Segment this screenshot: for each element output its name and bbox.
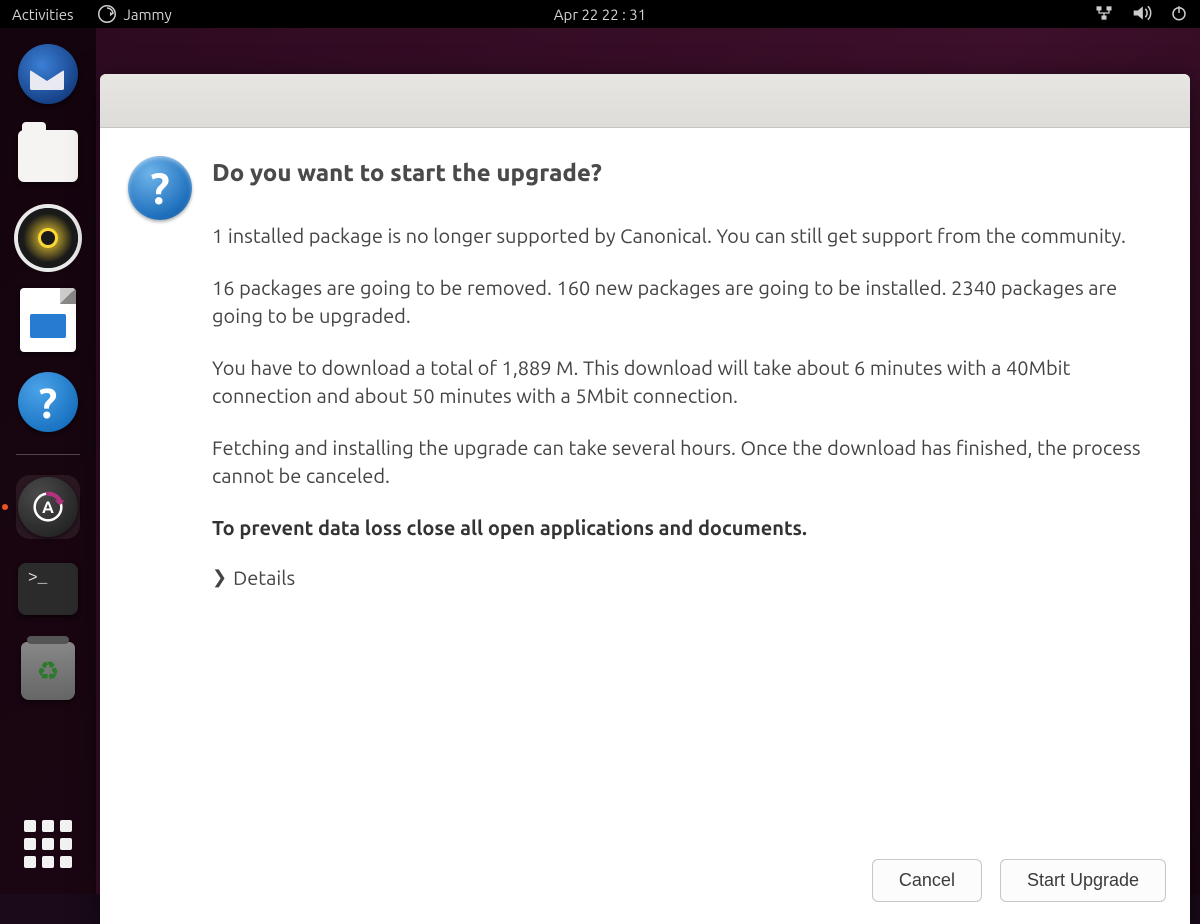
upgrade-dialog: ? Do you want to start the upgrade? 1 in… — [100, 74, 1190, 924]
dock-item-thunderbird[interactable] — [16, 42, 80, 106]
dialog-actions: Cancel Start Upgrade — [100, 845, 1190, 924]
dock-item-rhythmbox[interactable] — [16, 206, 80, 270]
dock-item-files[interactable] — [16, 124, 80, 188]
help-icon: ? — [18, 372, 78, 432]
cancel-button[interactable]: Cancel — [872, 859, 982, 902]
app-menu-label: Jammy — [124, 6, 172, 23]
dock-item-help[interactable]: ? — [16, 370, 80, 434]
dock-item-trash[interactable] — [16, 639, 80, 703]
updater-icon — [98, 5, 116, 23]
power-icon[interactable] — [1170, 4, 1188, 25]
dock-item-terminal[interactable] — [16, 557, 80, 621]
terminal-icon — [18, 563, 78, 615]
question-icon: ? — [128, 156, 192, 220]
software-updater-icon: A — [18, 477, 78, 537]
apps-grid-icon — [24, 820, 72, 868]
dialog-text-support: 1 installed package is no longer support… — [212, 222, 1162, 250]
dock-show-applications[interactable] — [16, 812, 80, 876]
volume-icon[interactable] — [1132, 4, 1152, 25]
rhythmbox-icon — [18, 208, 78, 268]
details-expander[interactable]: ❯ Details — [212, 562, 295, 593]
top-bar: Activities Jammy Apr 22 22 : 31 — [0, 0, 1200, 28]
dock: ? A — [0, 28, 96, 894]
dialog-titlebar[interactable] — [100, 74, 1190, 128]
app-menu[interactable]: Jammy — [98, 5, 172, 23]
files-icon — [18, 130, 78, 182]
dock-divider — [16, 454, 80, 455]
svg-text:A: A — [42, 498, 54, 517]
desktop: ? A ? Do you want to start the upgrade? … — [0, 28, 1200, 894]
dialog-heading: Do you want to start the upgrade? — [212, 156, 1162, 190]
dock-item-software-updater[interactable]: A — [16, 475, 80, 539]
dialog-text-warning: Fetching and installing the upgrade can … — [212, 434, 1162, 490]
dialog-text-packages: 16 packages are going to be removed. 160… — [212, 274, 1162, 330]
chevron-right-icon: ❯ — [212, 567, 227, 588]
start-upgrade-button[interactable]: Start Upgrade — [1000, 859, 1166, 902]
dialog-text-prevent: To prevent data loss close all open appl… — [212, 514, 1162, 542]
trash-icon — [21, 642, 75, 700]
details-label: Details — [233, 566, 295, 589]
writer-icon — [20, 288, 76, 352]
activities-button[interactable]: Activities — [12, 6, 74, 23]
thunderbird-icon — [18, 44, 78, 104]
network-icon[interactable] — [1094, 4, 1114, 25]
dock-item-writer[interactable] — [16, 288, 80, 352]
clock[interactable]: Apr 22 22 : 31 — [554, 6, 646, 23]
dialog-text-download: You have to download a total of 1,889 M.… — [212, 354, 1162, 410]
